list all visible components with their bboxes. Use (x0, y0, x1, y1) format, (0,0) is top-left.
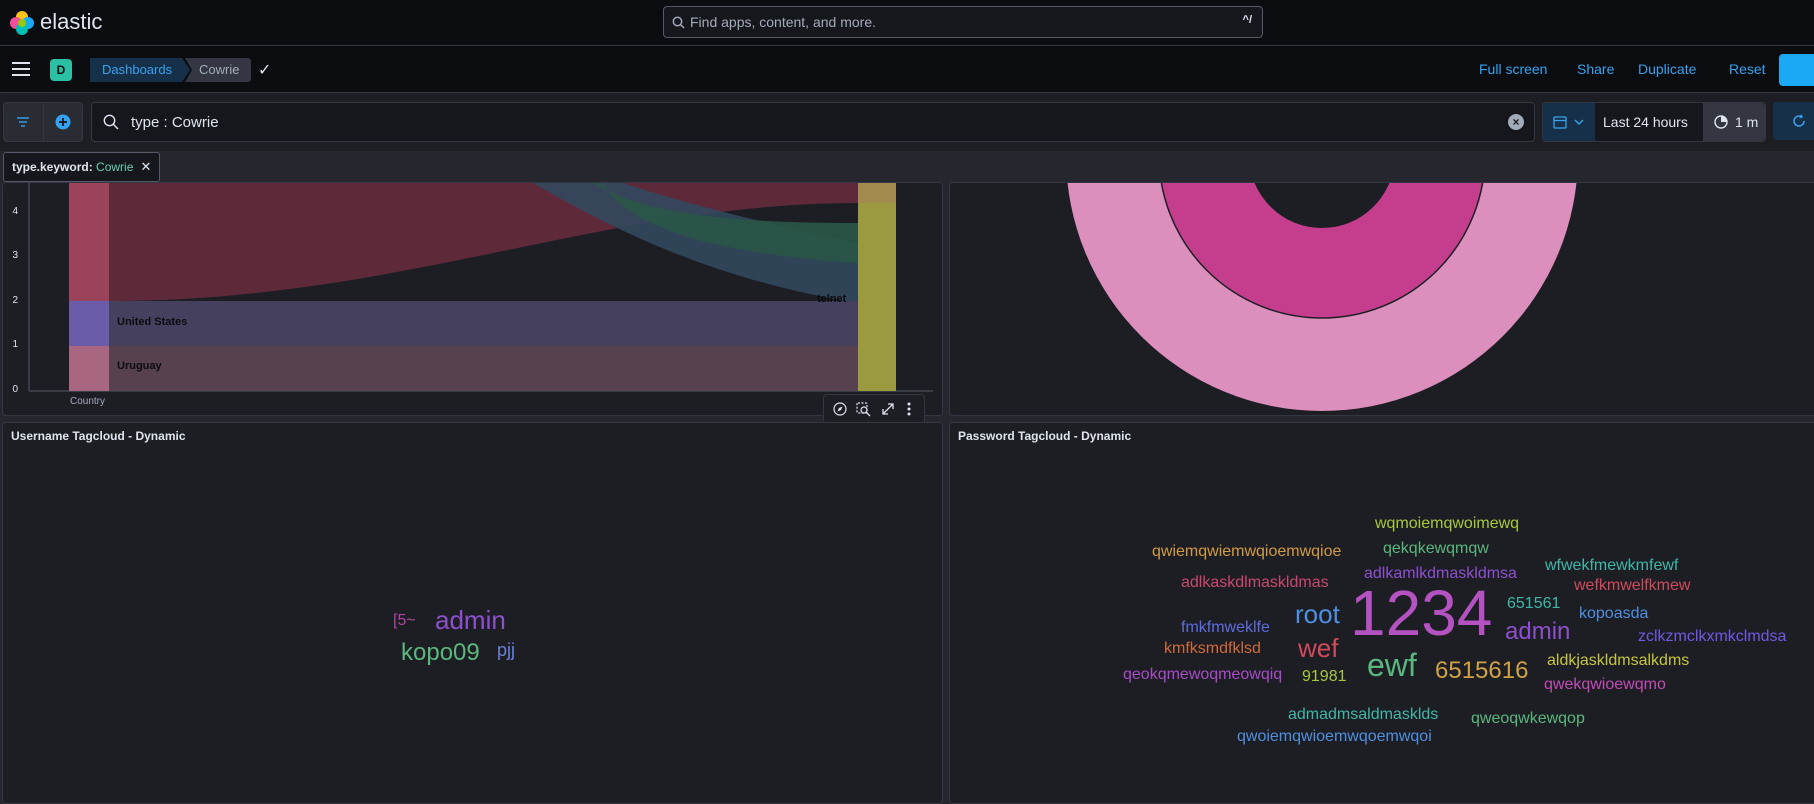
menu-icon[interactable] (12, 62, 30, 80)
date-picker[interactable]: Last 24 hours 1 m (1542, 102, 1766, 142)
search-icon (103, 114, 119, 130)
username-word[interactable]: pjj (497, 641, 515, 659)
password-word[interactable]: kopoasda (1579, 606, 1648, 622)
refresh-icon (1793, 114, 1805, 127)
password-word[interactable]: 6515616 (1435, 659, 1528, 683)
filter-value: Cowrie (96, 160, 134, 174)
inspect-icon[interactable] (856, 402, 871, 417)
global-search-input[interactable]: Find apps, content, and more. ^/ (663, 6, 1263, 38)
password-word[interactable]: kmfksmdfklsd (1164, 641, 1261, 657)
password-word[interactable]: wfwekfmewkmfewf (1545, 558, 1678, 574)
password-word[interactable]: zclkzmclkxmkclmdsa (1638, 629, 1786, 645)
filter-icon[interactable] (17, 117, 29, 127)
panel-title: Username Tagcloud - Dynamic (11, 429, 186, 443)
edit-button[interactable] (1779, 54, 1814, 86)
search-shortcut: ^/ (1242, 14, 1252, 26)
x-axis-label: Country (70, 396, 106, 407)
refresh-button[interactable] (1773, 102, 1814, 140)
password-word[interactable]: qwekqwioewqmo (1544, 677, 1666, 693)
password-word[interactable]: aldkjaskldmsalkdms (1547, 653, 1689, 669)
time-range-label[interactable]: Last 24 hours (1603, 114, 1688, 130)
check-icon: ✓ (258, 62, 272, 79)
password-word[interactable]: admin (1505, 620, 1570, 644)
panel-toolbar (823, 394, 925, 424)
query-input[interactable]: type : Cowrie × (91, 102, 1535, 142)
donut-chart (1067, 183, 1577, 411)
password-word[interactable]: qeokqmewoqmeowqiq (1123, 667, 1282, 683)
y-tick: 2 (12, 295, 18, 306)
chevron-down-icon (1574, 119, 1584, 125)
password-word[interactable]: qwoiemqwioemwqoemwqoi (1237, 729, 1432, 745)
space-avatar[interactable]: D (50, 59, 72, 81)
y-tick: 4 (12, 206, 18, 217)
password-word[interactable]: admadmsaldmasklds (1288, 707, 1438, 723)
filter-menu[interactable] (3, 102, 83, 142)
password-word[interactable]: qekqkewqmqw (1383, 541, 1489, 557)
maximize-icon[interactable] (881, 402, 895, 416)
brand-name[interactable]: elastic (40, 9, 102, 35)
password-word[interactable]: qwiemqwiemwqioemwqioe (1152, 544, 1341, 560)
password-tagcloud-panel: Password Tagcloud - Dynamic wqmoiemqwoim… (949, 422, 1814, 804)
add-filter-icon[interactable] (55, 114, 71, 130)
password-word[interactable]: qweoqwkewqop (1471, 711, 1585, 727)
username-word[interactable]: [5~ (393, 613, 416, 629)
password-word[interactable]: ewf (1367, 649, 1417, 681)
password-word[interactable]: wefkmwelfkmew (1574, 578, 1690, 594)
password-word[interactable]: 651561 (1507, 596, 1560, 612)
password-word[interactable]: wqmoiemqwoimewq (1375, 516, 1519, 532)
password-word[interactable]: wef (1298, 635, 1338, 661)
refresh-interval-icon (1714, 115, 1728, 129)
password-word[interactable]: 91981 (1302, 669, 1347, 685)
password-word[interactable]: adlkaskdlmaskldmas (1181, 575, 1329, 591)
filter-pill[interactable]: type.keyword: Cowrie ✕ (3, 152, 161, 182)
username-word[interactable]: admin (435, 607, 506, 633)
share-button[interactable]: Share (1577, 61, 1614, 77)
duplicate-button[interactable]: Duplicate (1638, 61, 1696, 77)
node-label-telnet: telnet (817, 293, 847, 305)
remove-filter-icon[interactable]: ✕ (140, 153, 151, 181)
breadcrumb-dashboards[interactable]: Dashboards (90, 58, 191, 82)
filter-field: type.keyword: (12, 160, 93, 174)
breadcrumb-current: Cowrie (185, 58, 252, 82)
password-word[interactable]: fmkfmweklfe (1181, 620, 1270, 636)
panel-title: Password Tagcloud - Dynamic (958, 429, 1132, 443)
password-word[interactable]: 1234 (1350, 581, 1492, 645)
y-tick: 3 (12, 250, 18, 261)
node-label-uruguay: Uruguay (117, 360, 162, 372)
sankey-chart (28, 183, 933, 392)
refresh-interval-label: 1 m (1735, 114, 1759, 130)
username-tagcloud-panel: Username Tagcloud - Dynamic [5~ admin kopo… (2, 422, 943, 804)
reset-button[interactable]: Reset (1729, 61, 1766, 77)
search-icon (672, 16, 685, 29)
elastic-logo-icon[interactable] (8, 9, 36, 37)
query-text: type : Cowrie (131, 114, 219, 131)
username-word[interactable]: kopo09 (401, 641, 480, 665)
sankey-panel: 4 3 2 1 0 United States Uruguay telnet C… (2, 182, 943, 416)
calendar-icon[interactable] (1543, 103, 1595, 141)
y-tick: 0 (12, 384, 18, 395)
node-label-united-states: United States (117, 316, 188, 328)
search-placeholder: Find apps, content, and more. (690, 14, 876, 30)
y-tick: 1 (12, 339, 18, 350)
clear-query-icon[interactable]: × (1508, 114, 1524, 130)
donut-panel (949, 182, 1814, 416)
full-screen-button[interactable]: Full screen (1479, 61, 1547, 77)
explore-icon[interactable] (833, 402, 847, 416)
password-word[interactable]: root (1295, 601, 1340, 627)
refresh-interval[interactable]: 1 m (1703, 103, 1765, 141)
more-options-icon[interactable] (907, 402, 911, 416)
